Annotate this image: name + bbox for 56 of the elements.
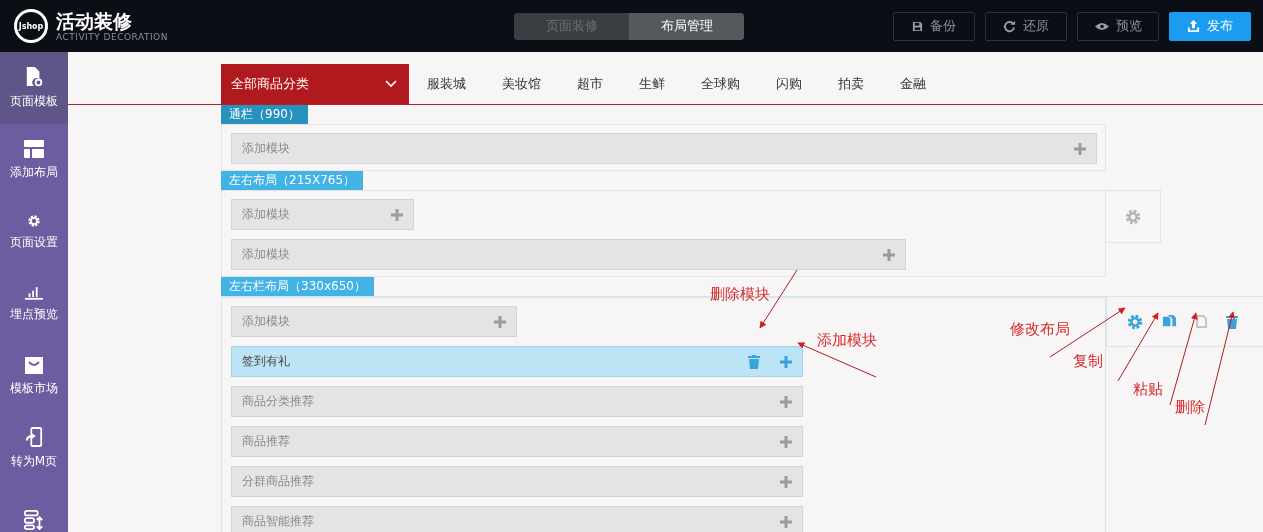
copy-icon[interactable] [1162, 314, 1177, 329]
sidebar-item[interactable]: 页面设置 [0, 196, 68, 268]
bag-icon [24, 355, 44, 374]
app-title: 活动装修 [56, 10, 133, 32]
module-bar[interactable]: 签到有礼 [231, 346, 803, 377]
app-subtitle: ACTIVITY DECORATION [56, 32, 168, 42]
phone-icon [25, 426, 43, 447]
nav-link[interactable]: 金融 [882, 64, 944, 104]
plus-icon[interactable] [391, 208, 403, 221]
mode-tab[interactable]: 布局管理 [629, 12, 744, 40]
plus-icon[interactable] [780, 515, 792, 528]
nav-link[interactable]: 闪购 [758, 64, 820, 104]
nav-link[interactable]: 超市 [559, 64, 621, 104]
backup-button[interactable]: 备份 [893, 11, 975, 41]
nav-link[interactable]: 美妆馆 [484, 64, 559, 104]
layout-tag: 左右栏布局（330x650） [221, 277, 374, 296]
save-icon [912, 20, 923, 32]
plus-icon[interactable] [883, 248, 895, 261]
annotation-label: 粘贴 [1133, 380, 1163, 399]
annotation-label: 添加模块 [817, 331, 877, 350]
settings-icon[interactable] [1127, 313, 1143, 330]
annotation-label: 删除模块 [710, 285, 770, 304]
nav-link[interactable]: 生鲜 [621, 64, 683, 104]
plus-icon[interactable] [494, 315, 506, 328]
sidebar-item[interactable]: 页面模板 [0, 52, 68, 124]
sidebar-item[interactable]: 模板市场 [0, 340, 68, 412]
sort-icon [24, 510, 44, 530]
plus-icon[interactable] [780, 395, 792, 408]
restore-button[interactable]: 还原 [985, 11, 1067, 41]
nav-link[interactable]: 服装城 [409, 64, 484, 104]
sidebar-item[interactable]: 转为M页 [0, 412, 68, 484]
layout-icon [24, 139, 44, 158]
layout-tag: 通栏（990） [221, 105, 308, 124]
bar-chart-icon [25, 285, 43, 300]
eye-icon [1094, 21, 1109, 31]
refresh-icon [1003, 19, 1016, 33]
nav-link[interactable]: 全球购 [683, 64, 758, 104]
annotation-label: 删除 [1175, 398, 1205, 417]
document-gear-icon [25, 66, 43, 87]
plus-icon[interactable] [1074, 142, 1086, 155]
chevron-down-icon [385, 80, 397, 88]
plus-icon[interactable] [780, 355, 792, 368]
plus-icon[interactable] [780, 435, 792, 448]
annotation-label: 修改布局 [1010, 320, 1070, 339]
upload-icon [1187, 19, 1200, 33]
nav-link[interactable]: 拍卖 [820, 64, 882, 104]
logo: Jshop [14, 9, 48, 43]
gear-icon [27, 213, 41, 228]
category-dropdown[interactable]: 全部商品分类 [221, 64, 409, 104]
preview-button[interactable]: 预览 [1077, 11, 1159, 41]
annotation-label: 复制 [1073, 352, 1103, 371]
plus-icon[interactable] [780, 475, 792, 488]
trash-icon[interactable] [1226, 314, 1238, 329]
layout-tag: 左右布局（215X765） [221, 171, 364, 190]
sidebar-item[interactable]: 添加布局 [0, 124, 68, 196]
sidebar-item[interactable]: 埋点预览 [0, 268, 68, 340]
